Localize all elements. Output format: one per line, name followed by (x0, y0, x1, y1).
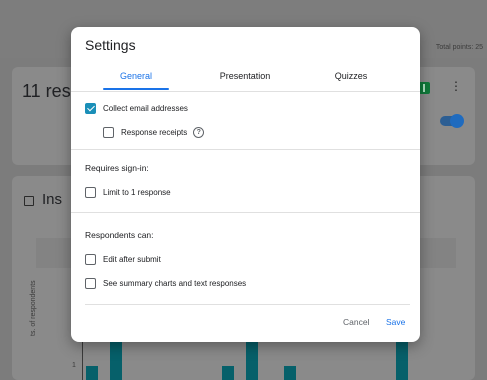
response-receipts-label: Response receipts (121, 128, 188, 137)
section-divider (71, 212, 420, 213)
section-divider (71, 149, 420, 150)
collect-email-row[interactable]: Collect email addresses (85, 103, 188, 114)
collect-email-label: Collect email addresses (103, 104, 188, 113)
dialog-title: Settings (85, 37, 136, 53)
settings-dialog: Settings General Presentation Quizzes Co… (71, 27, 420, 342)
help-icon[interactable]: ? (193, 127, 205, 138)
insights-card-title: Ins (42, 191, 63, 208)
accepting-responses-toggle (440, 114, 464, 128)
chart-icon (24, 196, 34, 206)
responses-card-title: 11 res (22, 81, 71, 101)
tab-divider (71, 91, 420, 92)
chart-y-tick: 1 (72, 362, 76, 369)
footer-divider (85, 304, 410, 305)
cancel-button[interactable]: Cancel (343, 317, 369, 327)
save-button[interactable]: Save (386, 317, 405, 327)
chart-y-axis-title: ts. of respondents (30, 280, 37, 336)
total-points-label: Total points: 25 (435, 44, 483, 51)
more-options-icon: ⋮ (450, 79, 462, 93)
respondents-can-heading: Respondents can: (85, 230, 154, 240)
chart-bar (284, 366, 296, 380)
tab-general[interactable]: General (107, 71, 165, 81)
collect-email-checkbox[interactable] (85, 103, 96, 114)
see-summary-checkbox[interactable] (85, 278, 96, 289)
tab-quizzes[interactable]: Quizzes (321, 71, 381, 81)
see-summary-row[interactable]: See summary charts and text responses (85, 278, 246, 289)
limit-one-response-checkbox[interactable] (85, 187, 96, 198)
settings-tabs: General Presentation Quizzes (71, 67, 420, 91)
chart-bar (110, 342, 122, 380)
chart-bar (86, 366, 98, 380)
edit-after-submit-row[interactable]: Edit after submit (85, 254, 161, 265)
limit-one-response-label: Limit to 1 response (103, 188, 171, 197)
chart-bar (396, 342, 408, 380)
response-receipts-row[interactable]: Response receipts ? (103, 127, 205, 138)
requires-signin-heading: Requires sign-in: (85, 163, 149, 173)
active-tab-indicator (103, 88, 169, 90)
response-receipts-checkbox[interactable] (103, 127, 114, 138)
edit-after-submit-label: Edit after submit (103, 255, 161, 264)
tab-presentation[interactable]: Presentation (211, 71, 279, 81)
see-summary-label: See summary charts and text responses (103, 279, 247, 288)
chart-bar (222, 366, 234, 380)
limit-one-response-row[interactable]: Limit to 1 response (85, 187, 171, 198)
edit-after-submit-checkbox[interactable] (85, 254, 96, 265)
chart-bar (246, 342, 258, 380)
